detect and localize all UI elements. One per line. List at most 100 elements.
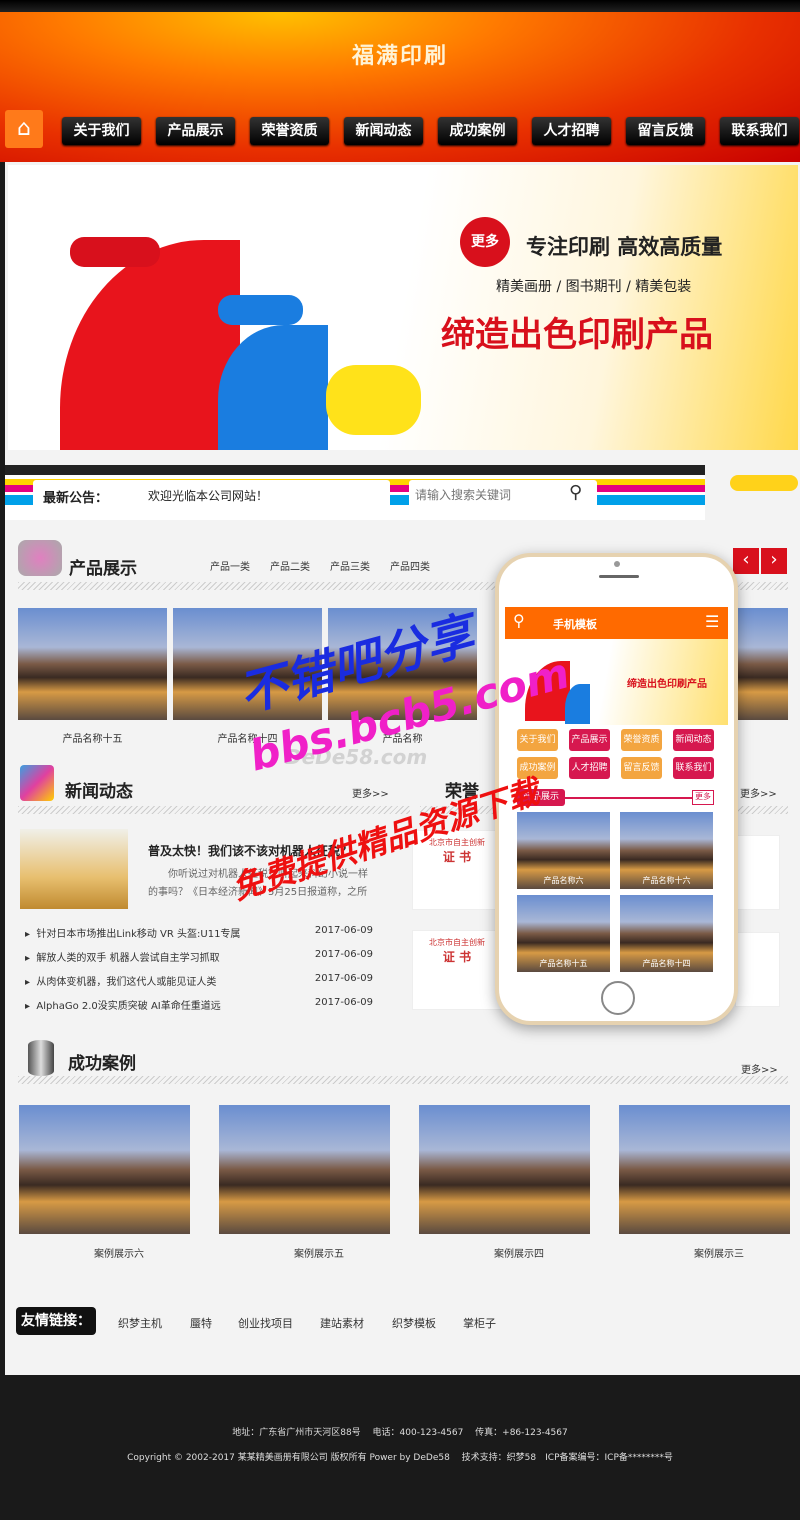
banner[interactable]: 更多 专注印刷 高效高质量 精美画册 / 图书期刊 / 精美包装 缔造出色印刷产… [8, 165, 798, 450]
news-item[interactable]: ▸ 针对日本市场推出Link移动 VR 头盔:U11专属 2017-06-09 [25, 925, 373, 940]
phone-btn-honor[interactable]: 荣誉资质 [621, 729, 662, 751]
certificate-image[interactable] [735, 932, 780, 1007]
phone-btn-news[interactable]: 新闻动态 [673, 729, 714, 751]
news-item-title[interactable]: 解放人类的双手 机器人尝试自主学习抓取 [36, 953, 219, 964]
news-item[interactable]: ▸ 从肉体变机器，我们这代人或能见证人类 2017-06-09 [25, 973, 373, 988]
product-tab-1[interactable]: 产品一类 [210, 558, 250, 573]
news-item-title[interactable]: 针对日本市场推出Link移动 VR 头盔:U11专属 [36, 929, 240, 940]
next-button[interactable]: › [761, 548, 787, 574]
search-box[interactable]: ⚲ [409, 480, 597, 510]
news-item[interactable]: ▸ AlphaGo 2.0没实质突破 AI革命任重道远 2017-06-09 [25, 997, 373, 1012]
footer-copyright: Copyright © 2002-2017 某某精美画册有限公司 版权所有 Po… [127, 1453, 673, 1463]
nav-honor[interactable]: 荣誉资质 [250, 117, 329, 145]
phone-camera [614, 561, 620, 567]
search-icon[interactable]: ⚲ [569, 482, 582, 503]
news-item-date: 2017-06-09 [314, 973, 373, 984]
product-tab-2[interactable]: 产品二类 [270, 558, 310, 573]
cases-more-link[interactable]: 更多>> [741, 1061, 778, 1076]
certificate-image[interactable] [735, 835, 780, 910]
yellow-roller [326, 365, 421, 435]
phone-btn-feedback[interactable]: 留言反馈 [621, 757, 662, 779]
news-item-date: 2017-06-09 [314, 997, 373, 1008]
footer: 地址：广东省广州市天河区88号 电话：400-123-4567 传真：+86-1… [0, 1375, 800, 1520]
phone-header: ⚲ 手机模板 ☰ [505, 607, 728, 639]
friend-link[interactable]: 掌柜子 [463, 1315, 496, 1331]
phone-more-button[interactable]: 更多 [692, 790, 714, 805]
notice-box: 最新公告： 欢迎光临本公司网站！ [33, 480, 390, 510]
notice-text[interactable]: 欢迎光临本公司网站！ [148, 487, 268, 504]
top-bar [0, 0, 800, 12]
case-image[interactable] [219, 1105, 390, 1234]
search-input[interactable] [415, 485, 560, 505]
case-caption[interactable]: 案例展示六 [19, 1245, 219, 1260]
phone-search-icon[interactable]: ⚲ [513, 611, 525, 630]
phone-slogan: 缔造出色印刷产品 [627, 679, 707, 690]
banner-slogan: 缔造出色印刷产品 [441, 315, 713, 355]
case-caption[interactable]: 案例展示五 [219, 1245, 419, 1260]
nav-about[interactable]: 关于我们 [62, 117, 141, 145]
paint-bucket-icon [18, 540, 62, 576]
honor-more-link[interactable]: 更多>> [740, 785, 777, 800]
product-caption[interactable]: 产品名称十五 [18, 730, 167, 745]
arrow-icon: ▸ [25, 929, 31, 940]
friend-link[interactable]: 织梦模板 [392, 1315, 436, 1331]
nav-contact[interactable]: 联系我们 [720, 117, 799, 145]
divider [18, 1076, 788, 1084]
phone-title: 手机模板 [553, 618, 597, 631]
case-image[interactable] [619, 1105, 790, 1234]
prev-button[interactable]: ‹ [733, 548, 759, 574]
products-title: 产品展示 [69, 559, 137, 579]
phone-btn-contact[interactable]: 联系我们 [673, 757, 714, 779]
arrow-icon: ▸ [25, 977, 31, 988]
phone-btn-products[interactable]: 产品展示 [569, 729, 610, 751]
links-label: 友情链接： [16, 1307, 96, 1335]
product-image[interactable] [738, 608, 788, 720]
cases-title: 成功案例 [68, 1054, 136, 1074]
news-title: 新闻动态 [65, 782, 133, 802]
phone-home-button [601, 981, 635, 1015]
banner-headline: 专注印刷 高效高质量 [526, 235, 723, 259]
featured-news-image[interactable] [20, 829, 128, 909]
case-image[interactable] [419, 1105, 590, 1234]
friend-link[interactable]: 创业找项目 [238, 1315, 293, 1331]
phone-speaker [599, 575, 639, 578]
news-item-title[interactable]: AlphaGo 2.0没实质突破 AI革命任重道远 [36, 1001, 220, 1012]
case-caption[interactable]: 案例展示三 [619, 1245, 800, 1260]
phone-btn-about[interactable]: 关于我们 [517, 729, 558, 751]
case-image[interactable] [19, 1105, 190, 1234]
red-roller [70, 237, 160, 267]
phone-product[interactable]: 产品名称六 [517, 812, 610, 889]
product-image[interactable] [18, 608, 167, 720]
arrow-icon: ▸ [25, 1001, 31, 1012]
banner-sub: 精美画册 / 图书期刊 / 精美包装 [496, 279, 692, 295]
red-paint [60, 240, 240, 450]
blue-roller [218, 295, 303, 325]
certificate-image[interactable]: 北京市自主创新证 书 [412, 930, 502, 1010]
site-title: 福满印刷 [351, 44, 448, 69]
news-more-link[interactable]: 更多>> [352, 785, 389, 800]
news-item-title[interactable]: 从肉体变机器，我们这代人或能见证人类 [36, 977, 216, 988]
product-tab-3[interactable]: 产品三类 [330, 558, 370, 573]
nav-feedback[interactable]: 留言反馈 [626, 117, 705, 145]
friend-link[interactable]: 蜃特 [190, 1315, 212, 1331]
nav-jobs[interactable]: 人才招聘 [532, 117, 611, 145]
nav-cases[interactable]: 成功案例 [438, 117, 517, 145]
home-button[interactable]: ⌂ [5, 110, 43, 148]
phone-product[interactable]: 产品名称十四 [620, 895, 713, 972]
phone-product[interactable]: 产品名称十六 [620, 812, 713, 889]
news-icon [20, 765, 54, 801]
notice-label: 最新公告： [43, 491, 109, 506]
phone-product[interactable]: 产品名称十五 [517, 895, 610, 972]
nav-products[interactable]: 产品展示 [156, 117, 235, 145]
friend-link[interactable]: 建站素材 [320, 1315, 364, 1331]
case-caption[interactable]: 案例展示四 [419, 1245, 619, 1260]
phone-menu-icon[interactable]: ☰ [705, 612, 719, 631]
banner-more-badge[interactable]: 更多 [460, 217, 510, 267]
phone-btn-jobs[interactable]: 人才招聘 [569, 757, 610, 779]
arrow-icon: ▸ [25, 953, 31, 964]
product-tab-4[interactable]: 产品四类 [390, 558, 430, 573]
cylinder-icon [28, 1040, 54, 1076]
nav-news[interactable]: 新闻动态 [344, 117, 423, 145]
friend-link[interactable]: 织梦主机 [118, 1315, 162, 1331]
news-item[interactable]: ▸ 解放人类的双手 机器人尝试自主学习抓取 2017-06-09 [25, 949, 373, 964]
